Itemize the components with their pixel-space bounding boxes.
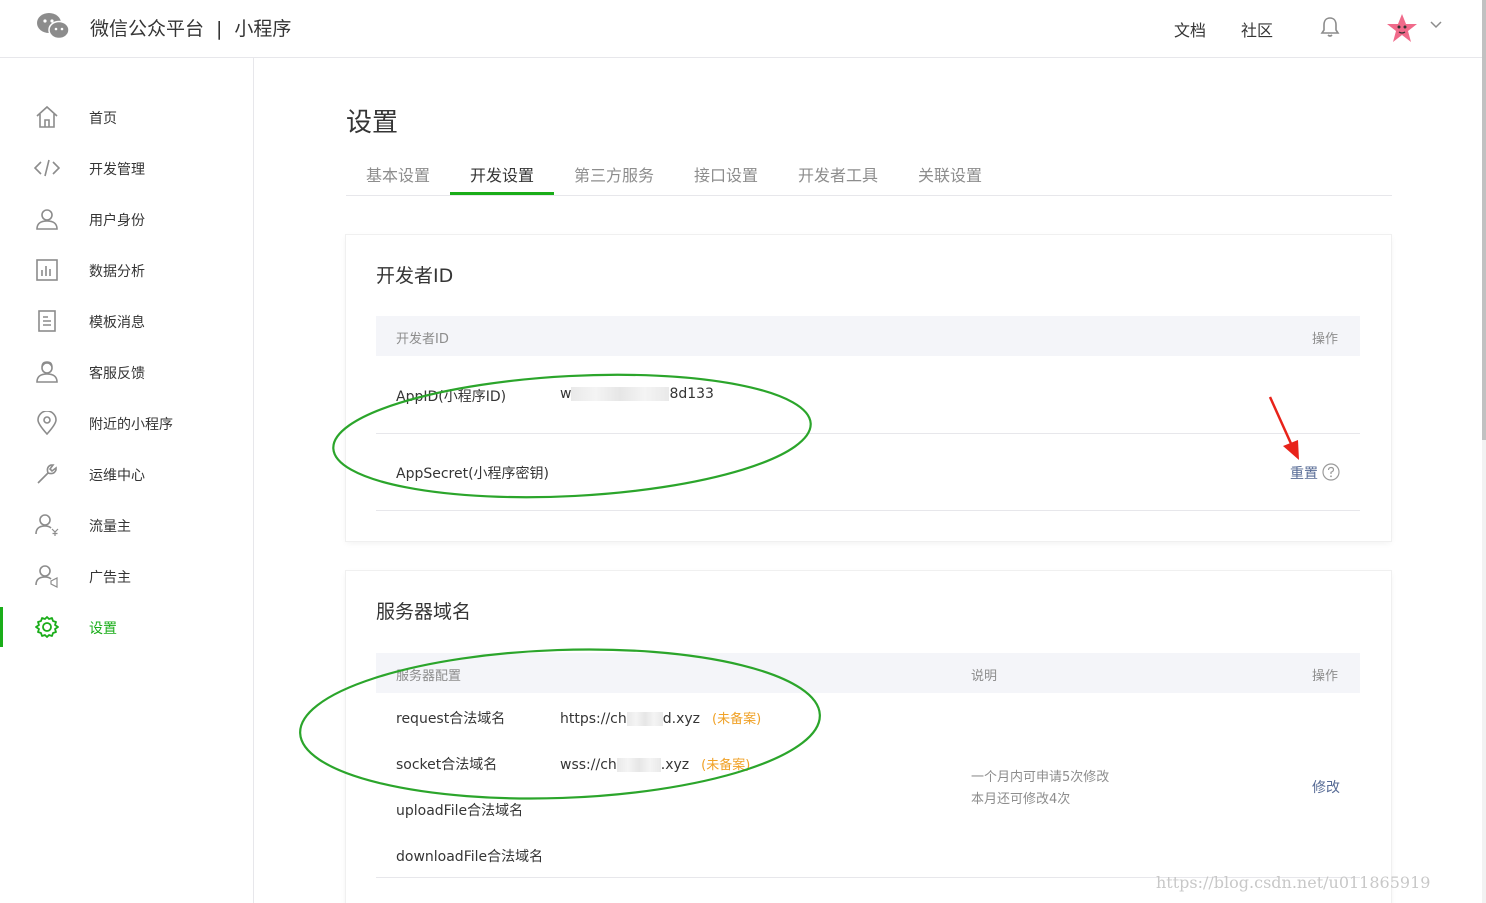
sidebar-item-nearby-miniprogram[interactable]: 附近的小程序 bbox=[0, 403, 253, 443]
sidebar-item-label: 用户身份 bbox=[89, 213, 145, 229]
row-divider bbox=[376, 510, 1360, 511]
brand-product: 小程序 bbox=[234, 18, 292, 40]
home-icon bbox=[36, 105, 58, 128]
chevron-down-icon[interactable] bbox=[1430, 21, 1442, 29]
redacted-blur bbox=[571, 387, 670, 401]
unregistered-tag: (未备案) bbox=[712, 712, 762, 727]
main-content: 设置 基本设置 开发设置 第三方服务 接口设置 开发者工具 关联设置 开发者ID… bbox=[254, 58, 1482, 903]
row-divider bbox=[376, 433, 1360, 434]
domain-suffix: d.xyz bbox=[662, 711, 701, 727]
top-bar: 微信公众平台 | 小程序 文档 社区 bbox=[0, 0, 1486, 58]
domain-prefix: wss://ch bbox=[560, 757, 617, 773]
brand-separator: | bbox=[216, 18, 223, 40]
chart-icon bbox=[36, 259, 58, 281]
user-ad-icon bbox=[35, 565, 58, 588]
sidebar-item-ops-center[interactable]: 运维中心 bbox=[0, 454, 253, 494]
table-header: 开发者ID 操作 bbox=[376, 316, 1360, 356]
brand-title[interactable]: 微信公众平台 | 小程序 bbox=[90, 14, 291, 41]
card-title: 开发者ID bbox=[376, 265, 454, 287]
request-domain-label: request合法域名 bbox=[396, 711, 506, 727]
sidebar-item-advertiser[interactable]: 广告主 bbox=[0, 556, 253, 596]
community-link[interactable]: 社区 bbox=[1241, 17, 1273, 41]
table-header: 服务器配置 说明 操作 bbox=[376, 653, 1360, 693]
modify-domain-button[interactable]: 修改 bbox=[1312, 777, 1340, 797]
redacted-blur bbox=[616, 758, 661, 772]
reset-secret-button[interactable]: 重置 bbox=[1290, 463, 1318, 483]
tab-developer-tools[interactable]: 开发者工具 bbox=[798, 162, 878, 186]
customer-service-icon bbox=[36, 361, 58, 383]
code-icon bbox=[34, 159, 60, 177]
gear-icon bbox=[35, 616, 59, 638]
tab-associated-settings[interactable]: 关联设置 bbox=[918, 162, 982, 186]
upload-domain-label: uploadFile合法域名 bbox=[396, 803, 524, 819]
appid-prefix: w bbox=[560, 386, 572, 402]
sidebar-item-label: 开发管理 bbox=[89, 162, 145, 178]
sidebar-item-settings[interactable]: 设置 bbox=[0, 607, 253, 647]
sidebar-item-home[interactable]: 首页 bbox=[0, 97, 253, 137]
developer-id-card: 开发者ID 开发者ID 操作 AppID(小程序ID) w 8d133 AppSe… bbox=[346, 235, 1391, 541]
appid-label: AppID(小程序ID) bbox=[396, 389, 507, 405]
brand-name: 微信公众平台 bbox=[90, 18, 205, 40]
server-domain-card: 服务器域名 服务器配置 说明 操作 request合法域名 https://ch… bbox=[346, 571, 1391, 903]
user-yen-icon bbox=[35, 514, 59, 536]
location-pin-icon bbox=[37, 411, 57, 435]
wrench-icon bbox=[37, 464, 57, 484]
unregistered-tag: (未备案) bbox=[701, 758, 751, 773]
domain-suffix: .xyz bbox=[660, 757, 690, 773]
column-header-description: 说明 bbox=[971, 669, 998, 684]
sidebar-item-customer-feedback[interactable]: 客服反馈 bbox=[0, 352, 253, 392]
request-domain-value: https://ch d.xyz (未备案) bbox=[560, 708, 761, 727]
socket-domain-value: wss://ch .xyz (未备案) bbox=[560, 754, 750, 773]
user-icon bbox=[36, 209, 58, 230]
modify-remaining-text: 本月还可修改4次 bbox=[971, 792, 1071, 807]
appid-value: w 8d133 bbox=[560, 386, 714, 402]
appsecret-label: AppSecret(小程序密钥) bbox=[396, 466, 550, 482]
tab-third-party-services[interactable]: 第三方服务 bbox=[574, 162, 654, 186]
wechat-logo-icon[interactable] bbox=[36, 12, 70, 40]
sidebar: 首页 开发管理 用户身份 数据分析 模板消息 客服反馈 附近的小程序 运维中心 … bbox=[0, 58, 254, 903]
sidebar-item-template-message[interactable]: 模板消息 bbox=[0, 301, 253, 341]
sidebar-item-traffic-owner[interactable]: 流量主 bbox=[0, 505, 253, 545]
tab-basic-settings[interactable]: 基本设置 bbox=[366, 162, 430, 186]
domain-prefix: https://ch bbox=[560, 711, 627, 727]
sidebar-item-label: 附近的小程序 bbox=[89, 417, 173, 433]
tab-bar: 基本设置 开发设置 第三方服务 接口设置 开发者工具 关联设置 bbox=[346, 154, 1392, 196]
column-header-server-config: 服务器配置 bbox=[396, 669, 462, 684]
sidebar-item-dev-management[interactable]: 开发管理 bbox=[0, 148, 253, 188]
tab-dev-settings[interactable]: 开发设置 bbox=[470, 162, 534, 186]
sidebar-item-label: 流量主 bbox=[89, 519, 131, 535]
scrollbar-thumb[interactable] bbox=[1482, 0, 1486, 440]
document-icon bbox=[38, 310, 56, 332]
sidebar-item-label: 数据分析 bbox=[89, 264, 145, 280]
column-header-action: 操作 bbox=[1312, 669, 1339, 684]
bell-icon[interactable] bbox=[1320, 16, 1340, 38]
modify-limit-text: 一个月内可申请5次修改 bbox=[971, 770, 1110, 785]
appid-suffix: 8d133 bbox=[669, 386, 714, 402]
sidebar-item-label: 广告主 bbox=[89, 570, 131, 586]
sidebar-item-label: 模板消息 bbox=[89, 315, 145, 331]
socket-domain-label: socket合法域名 bbox=[396, 757, 498, 773]
avatar[interactable] bbox=[1386, 12, 1418, 44]
sidebar-item-label: 客服反馈 bbox=[89, 366, 145, 382]
sidebar-item-user-identity[interactable]: 用户身份 bbox=[0, 199, 253, 239]
column-header-developer-id: 开发者ID bbox=[396, 332, 449, 347]
card-title: 服务器域名 bbox=[376, 601, 472, 623]
sidebar-item-label: 首页 bbox=[89, 111, 117, 127]
redacted-blur bbox=[626, 712, 663, 726]
docs-link[interactable]: 文档 bbox=[1174, 17, 1206, 41]
sidebar-item-label: 运维中心 bbox=[89, 468, 145, 484]
scrollbar[interactable] bbox=[1482, 0, 1486, 903]
tab-interface-settings[interactable]: 接口设置 bbox=[694, 162, 758, 186]
page-title: 设置 bbox=[346, 108, 399, 138]
watermark: https://blog.csdn.net/u011865919 bbox=[1156, 873, 1431, 892]
active-tab-indicator bbox=[450, 192, 554, 195]
sidebar-item-label: 设置 bbox=[89, 621, 117, 637]
download-domain-label: downloadFile合法域名 bbox=[396, 849, 544, 865]
help-question-icon[interactable] bbox=[1322, 463, 1340, 481]
sidebar-item-data-analysis[interactable]: 数据分析 bbox=[0, 250, 253, 290]
column-header-action: 操作 bbox=[1312, 332, 1339, 347]
